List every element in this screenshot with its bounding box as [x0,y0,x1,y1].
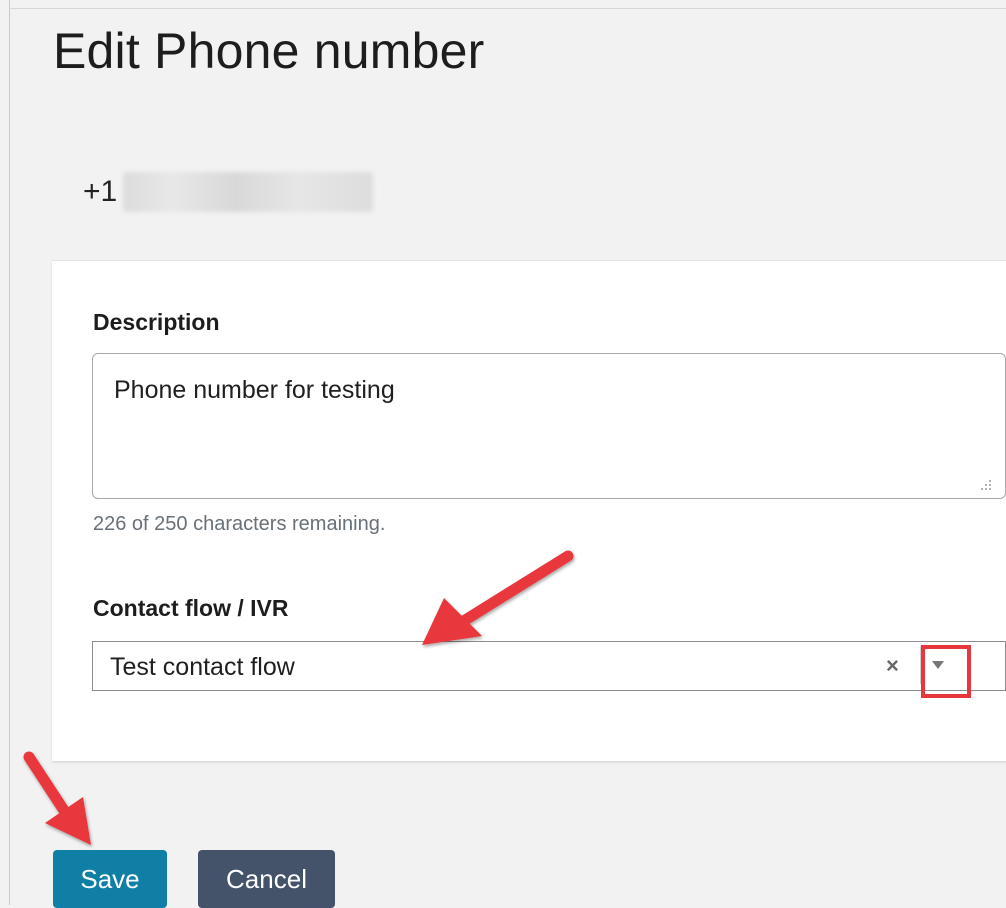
close-icon[interactable]: × [886,654,899,678]
frame-border-top [9,8,1006,9]
chevron-down-icon [932,661,944,669]
edit-form-card: Description Phone number for testing 226… [52,260,1006,762]
phone-number-redacted [123,172,374,212]
contact-flow-select[interactable]: Test contact flow × [92,641,1006,691]
contact-flow-label: Contact flow / IVR [93,595,289,621]
description-char-count: 226 of 250 characters remaining. [93,513,386,535]
resize-grip-icon[interactable] [979,478,993,492]
dropdown-toggle-button[interactable] [920,646,955,684]
cancel-button[interactable]: Cancel [198,850,335,908]
save-button[interactable]: Save [53,850,167,908]
frame-border [9,0,10,905]
contact-flow-selected-value: Test contact flow [110,653,295,681]
description-textarea[interactable]: Phone number for testing [92,353,1006,499]
phone-country-code: +1 [83,175,118,208]
phone-number-display: +1 [83,172,374,212]
description-label: Description [93,309,220,335]
page-title: Edit Phone number [53,23,485,79]
